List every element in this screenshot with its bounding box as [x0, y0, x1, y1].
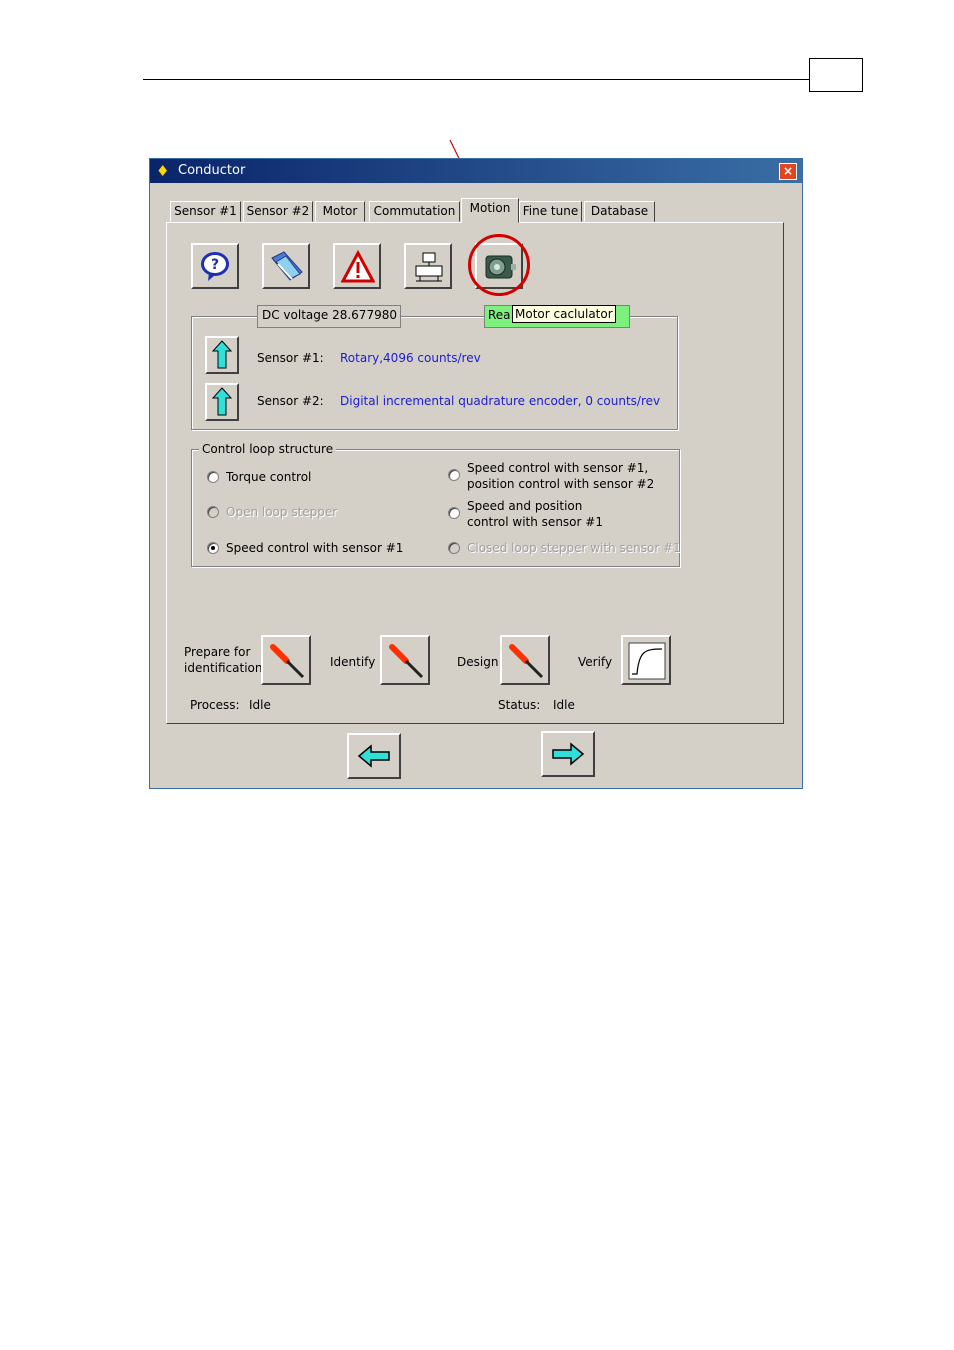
- verify-label: Verify: [578, 655, 613, 669]
- status-value: Idle: [553, 698, 575, 712]
- sensor-2-label: Sensor #2:: [257, 394, 324, 408]
- up-arrow-icon: [211, 387, 233, 416]
- sensor-1-select-button[interactable]: [205, 336, 239, 374]
- bell-icon: ♦: [156, 162, 170, 180]
- conductor-window: ♦ Conductor × Sensor #1 Sensor #2 Motor …: [149, 158, 803, 789]
- radio-speed-position-sensor-1[interactable]: [448, 507, 460, 519]
- network-button[interactable]: [404, 243, 452, 289]
- design-button[interactable]: [500, 635, 550, 685]
- sensors-group: [191, 316, 678, 430]
- books-icon: [271, 251, 303, 281]
- speed-control-sensor-1-label: Speed control with sensor #1: [226, 541, 404, 555]
- speed-position-label-2: control with sensor #1: [467, 515, 603, 529]
- up-arrow-icon: [211, 340, 233, 369]
- warning-icon: [341, 250, 375, 283]
- books-button[interactable]: [262, 243, 310, 289]
- control-loop-caption: Control loop structure: [199, 442, 337, 456]
- highlight-circle: [468, 234, 530, 296]
- radio-torque-control[interactable]: [207, 471, 219, 483]
- help-button[interactable]: ?: [191, 243, 239, 289]
- title-bar: ♦ Conductor ×: [150, 159, 802, 183]
- tab-sensor-1[interactable]: Sensor #1: [170, 201, 241, 222]
- open-loop-stepper-label: Open loop stepper: [226, 505, 338, 519]
- tab-database[interactable]: Database: [584, 201, 655, 222]
- svg-text:?: ?: [211, 257, 219, 273]
- radio-closed-loop-stepper[interactable]: [448, 542, 460, 554]
- screwdriver-icon: [509, 644, 544, 679]
- radio-speed-control-sensor-1[interactable]: [207, 542, 219, 554]
- left-arrow-icon: [357, 744, 390, 768]
- tab-motion[interactable]: Motion: [461, 198, 519, 223]
- process-label: Process:: [190, 698, 240, 712]
- page-header-rule: [143, 79, 809, 80]
- speed-position-dual-label-2: position control with sensor #2: [467, 477, 655, 491]
- tab-motor[interactable]: Motor: [315, 201, 365, 222]
- screwdriver-icon: [389, 644, 424, 679]
- close-button[interactable]: ×: [779, 163, 797, 180]
- prepare-label-2: identification: [184, 661, 263, 675]
- warning-button[interactable]: [333, 243, 381, 289]
- window-title: Conductor: [178, 163, 246, 178]
- radio-speed-position-dual-sensor[interactable]: [448, 469, 460, 481]
- motor-calculator-tooltip: Motor caclulator: [512, 305, 616, 323]
- right-arrow-icon: [552, 742, 585, 766]
- sensor-2-select-button[interactable]: [205, 383, 239, 421]
- process-value: Idle: [249, 698, 271, 712]
- sensor-2-value: Digital incremental quadrature encoder, …: [340, 394, 661, 408]
- tab-sensor-2[interactable]: Sensor #2: [243, 201, 313, 222]
- status-label: Status:: [498, 698, 541, 712]
- step-response-icon: [628, 642, 666, 680]
- design-label: Design: [457, 655, 499, 669]
- help-icon: ?: [201, 252, 229, 281]
- prepare-identification-button[interactable]: [261, 635, 311, 685]
- identify-button[interactable]: [380, 635, 430, 685]
- tab-commutation[interactable]: Commutation: [369, 201, 460, 222]
- screwdriver-icon: [270, 644, 305, 679]
- verify-button[interactable]: [621, 635, 671, 685]
- next-button[interactable]: [541, 731, 595, 777]
- prepare-label-1: Prepare for: [184, 645, 251, 659]
- network-icon: [415, 252, 443, 282]
- sensor-1-value: Rotary,4096 counts/rev: [340, 351, 481, 365]
- page-number-box: [809, 58, 863, 92]
- radio-open-loop-stepper[interactable]: [207, 506, 219, 518]
- torque-control-label: Torque control: [226, 470, 312, 484]
- dc-voltage-field: DC voltage 28.677980: [257, 305, 401, 328]
- back-button[interactable]: [347, 733, 401, 779]
- speed-position-label-1: Speed and position: [467, 499, 583, 513]
- closed-loop-stepper-label: Closed loop stepper with sensor #1: [467, 541, 681, 555]
- identify-label: Identify: [330, 655, 376, 669]
- tab-fine-tune[interactable]: Fine tune: [519, 201, 582, 222]
- sensor-1-label: Sensor #1:: [257, 351, 324, 365]
- speed-position-dual-label-1: Speed control with sensor #1,: [467, 461, 649, 475]
